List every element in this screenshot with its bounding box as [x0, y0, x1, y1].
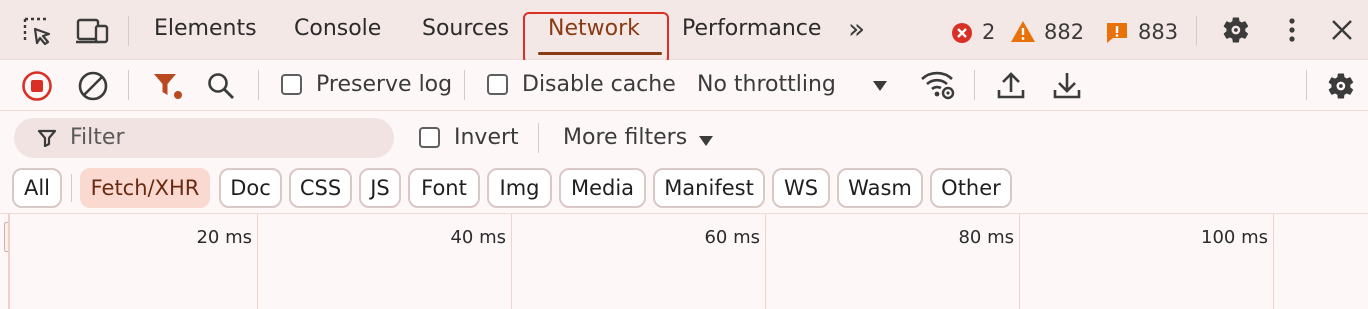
type-filter-js[interactable]: JS	[359, 168, 401, 208]
filter-bar: Filter Invert More filters All Fetch/XHR…	[0, 111, 1368, 214]
devtools-tabbar: Elements Console Sources Network Perform…	[0, 0, 1368, 64]
timeline-left-edge	[8, 214, 10, 309]
network-overview-timeline[interactable]: 20 ms 40 ms 60 ms 80 ms 100 ms	[0, 214, 1368, 309]
type-filter-manifest[interactable]: Manifest	[653, 168, 765, 208]
type-filter-img[interactable]: Img	[487, 168, 552, 208]
error-count[interactable]: 2	[982, 20, 995, 44]
import-har-upload-icon[interactable]	[994, 68, 1028, 102]
filter-input[interactable]: Filter	[14, 118, 394, 158]
disable-cache-label: Disable cache	[522, 72, 676, 97]
network-toolbar: Preserve log Disable cache No throttling	[0, 60, 1368, 111]
network-conditions-icon[interactable]	[918, 68, 958, 102]
clear-icon[interactable]	[76, 69, 110, 103]
tick-label-100ms: 100 ms	[1201, 227, 1268, 248]
preserve-log-checkbox[interactable]	[281, 74, 302, 95]
tick-label-80ms: 80 ms	[958, 227, 1014, 248]
type-filter-all[interactable]: All	[12, 168, 62, 208]
more-filters-dropdown[interactable]: More filters	[556, 119, 726, 159]
issues-count[interactable]: 883	[1138, 20, 1178, 44]
more-tabs-button[interactable]: »	[848, 12, 865, 45]
export-har-download-icon[interactable]	[1050, 68, 1084, 102]
network-settings-gear-icon[interactable]	[1324, 69, 1358, 103]
issues-icon[interactable]	[1104, 21, 1130, 45]
filter-placeholder: Filter	[70, 125, 125, 150]
type-filter-ws[interactable]: WS	[772, 168, 830, 208]
more-options-icon[interactable]	[1282, 14, 1302, 46]
type-filter-media[interactable]: Media	[559, 168, 646, 208]
invert-label: Invert	[454, 125, 519, 150]
tab-network[interactable]: Network	[548, 16, 640, 41]
close-icon[interactable]	[1328, 16, 1356, 44]
grid-line	[257, 214, 258, 309]
disable-cache-checkbox[interactable]	[487, 74, 508, 95]
throttling-select[interactable]: No throttling	[690, 66, 900, 106]
grid-line	[765, 214, 766, 309]
type-filter-fetch-xhr[interactable]: Fetch/XHR	[80, 168, 210, 208]
dropdown-arrow-icon	[696, 133, 716, 149]
warning-icon[interactable]	[1010, 20, 1036, 44]
tick-label-40ms: 40 ms	[450, 227, 506, 248]
dropdown-arrow-icon	[870, 78, 890, 94]
type-filter-other[interactable]: Other	[930, 168, 1012, 208]
search-icon[interactable]	[204, 70, 238, 102]
tab-performance[interactable]: Performance	[682, 16, 821, 41]
tab-console[interactable]: Console	[294, 16, 381, 41]
type-filter-font[interactable]: Font	[408, 168, 480, 208]
error-icon[interactable]	[950, 21, 974, 45]
invert-checkbox[interactable]	[419, 127, 440, 148]
device-toolbar-icon[interactable]	[74, 14, 110, 48]
type-filter-doc[interactable]: Doc	[219, 168, 282, 208]
tick-label-20ms: 20 ms	[196, 227, 252, 248]
filter-funnel-icon	[36, 127, 58, 149]
type-filter-css[interactable]: CSS	[289, 168, 352, 208]
tick-label-60ms: 60 ms	[704, 227, 760, 248]
preserve-log-label: Preserve log	[316, 72, 453, 97]
more-filters-label: More filters	[563, 125, 688, 150]
throttling-value: No throttling	[697, 72, 836, 97]
grid-line	[1273, 214, 1274, 309]
active-tab-underline	[538, 52, 662, 55]
tab-elements[interactable]: Elements	[154, 16, 257, 41]
filter-toggle-icon[interactable]	[150, 70, 186, 102]
grid-line	[511, 214, 512, 309]
settings-gear-icon[interactable]	[1220, 14, 1252, 46]
record-stop-icon[interactable]	[20, 69, 54, 103]
inspect-element-icon[interactable]	[20, 14, 54, 48]
grid-line	[1019, 214, 1020, 309]
warning-count[interactable]: 882	[1044, 20, 1084, 44]
tab-sources[interactable]: Sources	[422, 16, 509, 41]
type-filter-wasm[interactable]: Wasm	[837, 168, 923, 208]
